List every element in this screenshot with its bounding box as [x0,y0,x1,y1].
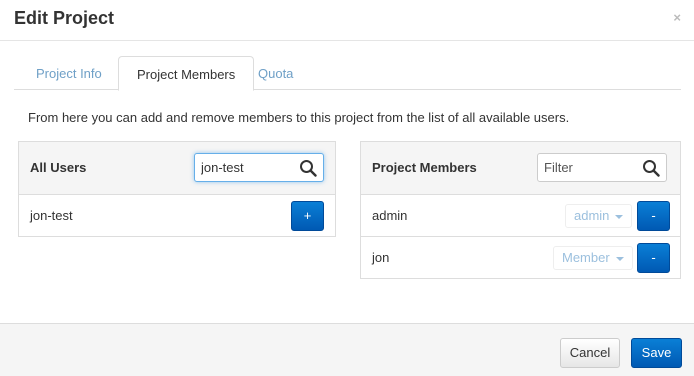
chevron-down-icon [615,214,624,219]
tab-project-info[interactable]: Project Info [18,56,120,90]
project-members-panel: Project Members admin admin - jon Member… [360,141,681,279]
tab-bar: Project Info Project Members Quota [14,56,681,91]
tab-quota[interactable]: Quota [240,56,311,90]
remove-member-button[interactable]: - [637,243,670,273]
all-users-header: All Users [19,142,335,195]
save-button[interactable]: Save [631,338,682,368]
role-label: Member [562,250,610,265]
project-members-title: Project Members [372,160,477,175]
cancel-button[interactable]: Cancel [560,338,620,368]
all-users-search [194,153,324,182]
project-members-header: Project Members [361,142,680,195]
search-icon[interactable] [642,159,660,177]
chevron-down-icon [615,256,624,261]
member-name: admin [372,208,408,223]
intro-text: From here you can add and remove members… [28,110,570,125]
project-members-filter [537,153,667,182]
member-name: jon [372,250,390,265]
search-icon[interactable] [299,159,317,177]
add-member-button[interactable]: + [291,201,324,231]
all-users-title: All Users [30,160,87,175]
list-item: jon Member - [361,237,680,279]
role-dropdown[interactable]: admin [565,204,633,228]
role-dropdown[interactable]: Member [553,246,633,270]
modal-footer: Cancel Save [0,323,694,376]
modal-title: Edit Project [14,8,115,28]
user-name: jon-test [30,208,73,223]
list-item: admin admin - [361,195,680,237]
list-item: jon-test + [19,195,335,237]
all-users-panel: All Users jon-test + [18,141,336,237]
modal-header: Edit Project × [0,0,694,41]
close-icon[interactable]: × [673,10,681,25]
tab-project-members[interactable]: Project Members [118,56,255,91]
role-label: admin [574,208,610,223]
remove-member-button[interactable]: - [637,201,670,231]
